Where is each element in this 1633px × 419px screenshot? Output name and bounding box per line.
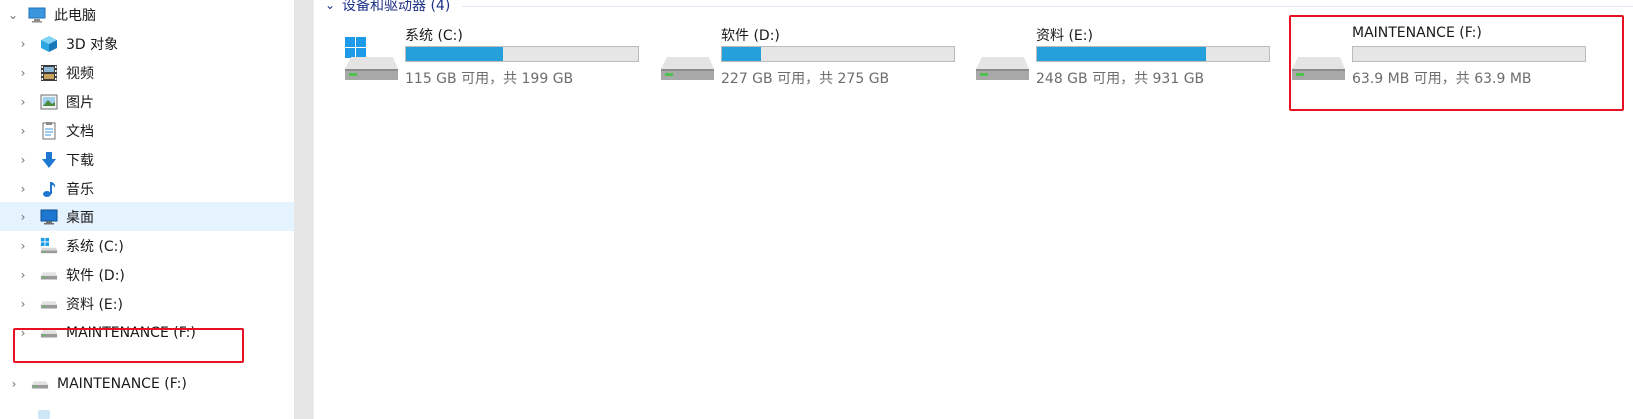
sidebar-item-label: MAINTENANCE (F:): [57, 375, 187, 392]
desktop-icon: [40, 208, 58, 226]
drive-usage-fill: [722, 47, 762, 61]
sidebar-item-label: 软件 (D:): [66, 267, 125, 284]
sidebar-item-label: 此电脑: [54, 7, 96, 24]
drive-usage-fill: [406, 47, 504, 61]
chevron-right-icon[interactable]: ›: [16, 210, 30, 224]
drive-free-space: 115 GB 可用，共 199 GB: [405, 71, 574, 87]
sidebar-item-videos[interactable]: › 视频: [16, 58, 294, 87]
sidebar-scrollbar[interactable]: [294, 0, 313, 419]
sidebar-item-label: 视频: [66, 65, 94, 82]
download-arrow-icon: [40, 151, 58, 169]
chevron-right-icon[interactable]: ›: [16, 37, 30, 51]
section-divider: [462, 6, 1633, 7]
chevron-down-icon[interactable]: ⌄: [324, 0, 336, 12]
chevron-right-icon[interactable]: ›: [16, 95, 30, 109]
sidebar-item-3d-objects[interactable]: › 3D 对象: [16, 29, 294, 58]
sidebar-item-label: 音乐: [66, 181, 94, 198]
sidebar-item-drive-f-root[interactable]: › MAINTENANCE (F:): [7, 369, 294, 398]
chevron-right-icon[interactable]: ›: [16, 297, 30, 311]
drive-icon: [659, 31, 715, 80]
drive-free-space: 227 GB 可用，共 275 GB: [721, 71, 890, 87]
sidebar-item-drive-c[interactable]: › 系统 (C:): [16, 231, 294, 260]
sidebar-item-music[interactable]: › 音乐: [16, 174, 294, 203]
sidebar-item-label: 系统 (C:): [66, 238, 124, 255]
drive-usage-bar: [721, 46, 955, 62]
cube-3d-icon: [40, 35, 58, 53]
section-title: 设备和驱动器 (4): [342, 0, 451, 14]
chevron-right-icon[interactable]: ›: [16, 239, 30, 253]
pane-divider[interactable]: [313, 0, 314, 419]
drive-icon: [40, 295, 58, 313]
sidebar-item-downloads[interactable]: › 下载: [16, 145, 294, 174]
drive-tile-e[interactable]: 资料 (E:) 248 GB 可用，共 931 GB: [974, 25, 1274, 97]
drive-icon: [31, 375, 49, 393]
chevron-right-icon[interactable]: ›: [16, 124, 30, 138]
drive-icon: [40, 266, 58, 284]
chevron-down-icon[interactable]: ⌄: [6, 8, 20, 22]
drive-name: 软件 (D:): [721, 28, 780, 44]
computer-icon: [28, 6, 46, 24]
drive-name: 系统 (C:): [405, 28, 463, 44]
section-header-devices[interactable]: ⌄ 设备和驱动器 (4): [324, 0, 451, 14]
sidebar-item-drive-d[interactable]: › 软件 (D:): [16, 260, 294, 289]
chevron-right-icon[interactable]: ›: [7, 377, 21, 391]
drive-usage-bar: [1036, 46, 1270, 62]
sidebar-item-label: 3D 对象: [66, 36, 119, 53]
drive-icon: [974, 31, 1030, 80]
chevron-right-icon[interactable]: ›: [16, 66, 30, 80]
partial-item-icon: [38, 410, 50, 419]
chevron-right-icon[interactable]: ›: [16, 153, 30, 167]
highlight-box-sidebar-drive-f: [13, 328, 244, 363]
drive-free-space: 248 GB 可用，共 931 GB: [1036, 71, 1205, 87]
sidebar-item-drive-e[interactable]: › 资料 (E:): [16, 289, 294, 318]
sidebar-item-label: 资料 (E:): [66, 296, 123, 313]
windows-drive-icon: [40, 237, 58, 255]
highlight-box-drive-f: [1289, 15, 1624, 111]
sidebar-item-label: 图片: [66, 94, 94, 111]
music-note-icon: [40, 180, 58, 198]
drive-usage-bar: [405, 46, 639, 62]
chevron-right-icon[interactable]: ›: [16, 182, 30, 196]
sidebar-item-this-pc[interactable]: ⌄ 此电脑: [6, 0, 294, 29]
picture-icon: [40, 93, 58, 111]
sidebar-item-label: 桌面: [66, 209, 94, 226]
sidebar-item-desktop[interactable]: › 桌面: [0, 202, 294, 231]
film-icon: [40, 64, 58, 82]
sidebar-item-documents[interactable]: › 文档: [16, 116, 294, 145]
windows-drive-icon: [343, 31, 399, 80]
sidebar-item-label: 下载: [66, 152, 94, 169]
drive-name: 资料 (E:): [1036, 28, 1093, 44]
sidebar-item-pictures[interactable]: › 图片: [16, 87, 294, 116]
drive-tile-d[interactable]: 软件 (D:) 227 GB 可用，共 275 GB: [659, 25, 959, 97]
sidebar-item-label: 文档: [66, 123, 94, 140]
chevron-right-icon[interactable]: ›: [16, 268, 30, 282]
document-icon: [40, 121, 58, 140]
drive-tile-c[interactable]: 系统 (C:) 115 GB 可用，共 199 GB: [343, 25, 643, 97]
drive-usage-fill: [1037, 47, 1207, 61]
